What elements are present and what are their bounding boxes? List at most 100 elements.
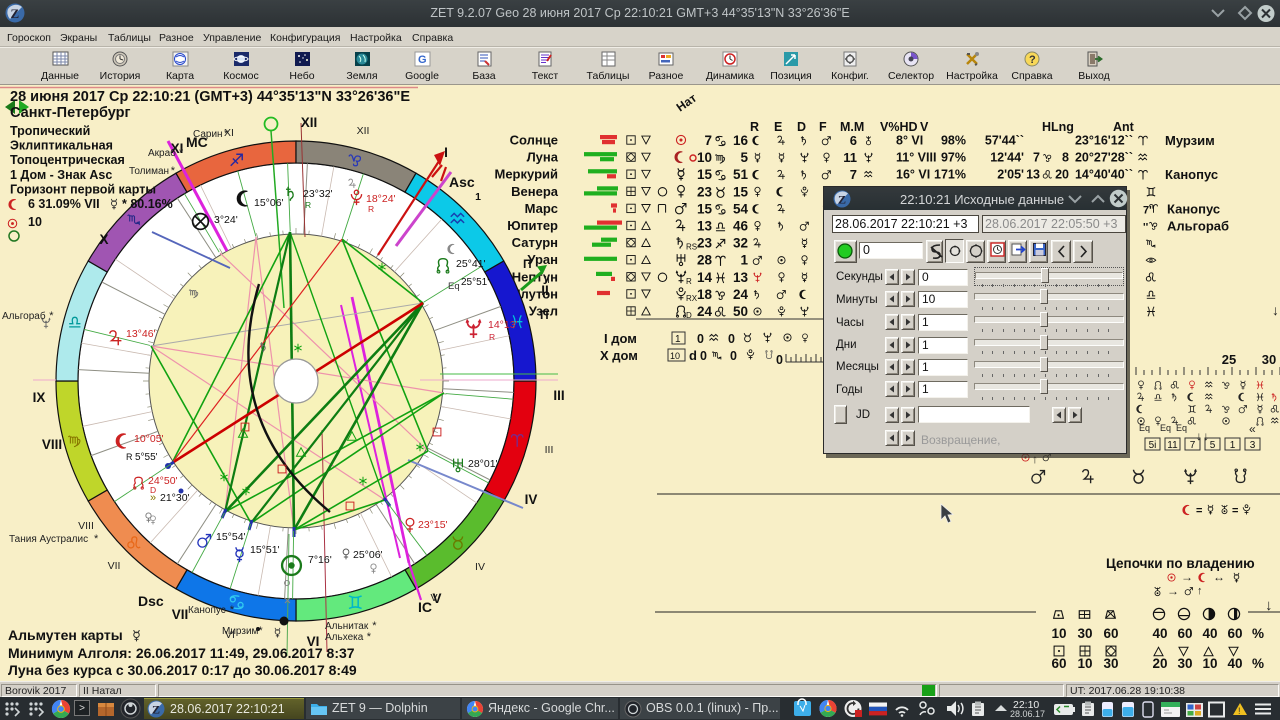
svg-text:E: E bbox=[774, 120, 782, 134]
svg-text:23°16'12``: 23°16'12`` bbox=[1075, 134, 1133, 148]
svg-text:10: 10 bbox=[1202, 656, 1217, 671]
svg-text:R: R bbox=[126, 452, 133, 462]
svg-text:Санкт-Петербург: Санкт-Петербург bbox=[10, 105, 131, 121]
svg-text:→: → bbox=[1167, 584, 1179, 598]
svg-text:11: 11 bbox=[843, 150, 857, 165]
svg-text:RS: RS bbox=[686, 243, 697, 252]
svg-text:30: 30 bbox=[1262, 352, 1276, 367]
svg-text:Eq: Eq bbox=[1139, 423, 1150, 433]
svg-text:25°51': 25°51' bbox=[461, 277, 489, 288]
svg-text:11° VIII: 11° VIII bbox=[896, 151, 936, 165]
svg-text:%: % bbox=[1252, 626, 1264, 641]
svg-text:16: 16 bbox=[733, 133, 749, 148]
svg-text:Минимум Алголя: 26.06.2017 11:: Минимум Алголя: 26.06.2017 11:49, 29.06.… bbox=[8, 645, 355, 661]
svg-text:6: 6 bbox=[850, 133, 857, 148]
svg-text:Asc: Asc bbox=[449, 174, 475, 190]
svg-text:23: 23 bbox=[697, 236, 713, 251]
svg-text:*: * bbox=[171, 165, 176, 177]
svg-text:F: F bbox=[819, 120, 827, 134]
svg-text:15°06': 15°06' bbox=[254, 197, 284, 209]
svg-text:Eq: Eq bbox=[1176, 423, 1187, 433]
svg-text:60: 60 bbox=[1103, 626, 1118, 641]
svg-text:*: * bbox=[258, 625, 263, 637]
svg-text:Z: Z bbox=[152, 703, 160, 717]
svg-text:Канопус: Канопус bbox=[188, 605, 226, 616]
svg-text:↑: ↑ bbox=[1032, 452, 1038, 466]
svg-text:*: * bbox=[372, 620, 377, 632]
svg-text:Альгораб: Альгораб bbox=[2, 310, 46, 322]
svg-text:97%: 97% bbox=[941, 151, 966, 165]
svg-text:Горизонт первой карты: Горизонт первой карты bbox=[10, 182, 156, 196]
svg-text:Альмутен карты: Альмутен карты bbox=[8, 627, 123, 643]
svg-text:28.06.17: 28.06.17 bbox=[1010, 709, 1045, 719]
svg-text:VIII: VIII bbox=[42, 437, 62, 452]
svg-text:П: П bbox=[540, 308, 549, 322]
svg-text:*: * bbox=[230, 604, 235, 616]
svg-text:21°30': 21°30' bbox=[160, 492, 190, 504]
svg-text:1 Дом - Знак Asc: 1 Дом - Знак Asc bbox=[10, 168, 112, 182]
svg-text:* 80.16%: * 80.16% bbox=[122, 197, 173, 211]
svg-text:?: ? bbox=[1029, 54, 1036, 66]
svg-text:II: II bbox=[544, 274, 550, 286]
svg-text:28: 28 bbox=[697, 253, 713, 268]
svg-text:0: 0 bbox=[730, 349, 737, 363]
svg-text:R: R bbox=[750, 120, 759, 134]
svg-text:60: 60 bbox=[1051, 656, 1066, 671]
svg-text:IX: IX bbox=[33, 390, 46, 405]
svg-text:23: 23 bbox=[697, 184, 713, 199]
svg-text:11: 11 bbox=[1167, 440, 1178, 451]
svg-text:18: 18 bbox=[697, 287, 713, 302]
svg-text:=: = bbox=[1232, 505, 1238, 517]
svg-text:I: I bbox=[444, 145, 448, 160]
svg-text:Тания Аустралис: Тания Аустралис bbox=[9, 534, 88, 545]
svg-text:VII: VII bbox=[108, 560, 121, 572]
svg-text:Тропический: Тропический bbox=[10, 124, 90, 138]
svg-text:Венера: Венера bbox=[511, 184, 559, 199]
svg-text:↓: ↓ bbox=[1203, 429, 1209, 443]
svg-text:IV: IV bbox=[475, 561, 485, 573]
svg-text:1: 1 bbox=[675, 334, 681, 345]
svg-text:10: 10 bbox=[28, 215, 42, 229]
svg-text:8° VI: 8° VI bbox=[896, 134, 923, 148]
svg-text:1: 1 bbox=[475, 191, 481, 203]
svg-text:8: 8 bbox=[1062, 151, 1069, 165]
svg-text:D: D bbox=[797, 120, 806, 134]
svg-text:*: * bbox=[179, 147, 184, 159]
svg-text:13: 13 bbox=[1026, 168, 1040, 182]
svg-text:III: III bbox=[553, 388, 564, 403]
svg-text:Альхека: Альхека bbox=[325, 632, 364, 643]
svg-text:10: 10 bbox=[1051, 626, 1066, 641]
svg-text:M.M: M.M bbox=[840, 120, 864, 134]
svg-text:15°51': 15°51' bbox=[250, 544, 280, 556]
svg-text:40: 40 bbox=[1202, 626, 1217, 641]
svg-text:14°13': 14°13' bbox=[488, 319, 518, 331]
svg-text:7: 7 bbox=[850, 167, 857, 182]
svg-text:7: 7 bbox=[1190, 440, 1196, 451]
svg-text:↔: ↔ bbox=[1213, 570, 1225, 584]
svg-text:Эклиптикальная: Эклиптикальная bbox=[10, 139, 113, 153]
svg-text:13: 13 bbox=[733, 270, 749, 285]
svg-text:Топоцентрическая: Топоцентрическая bbox=[10, 153, 125, 167]
svg-text:15°54': 15°54' bbox=[216, 531, 246, 543]
svg-text:Канопус: Канопус bbox=[1165, 167, 1218, 182]
svg-text:G: G bbox=[418, 54, 427, 66]
svg-text:25°06': 25°06' bbox=[353, 549, 383, 561]
svg-text:7: 7 bbox=[1033, 151, 1040, 165]
svg-text:16° VI: 16° VI bbox=[896, 168, 930, 182]
svg-text:X: X bbox=[99, 232, 108, 247]
svg-text:0: 0 bbox=[728, 332, 735, 346]
svg-text:Dsc: Dsc bbox=[138, 593, 164, 609]
svg-text:*: * bbox=[49, 310, 54, 322]
svg-text:Альнитак: Альнитак bbox=[325, 621, 369, 632]
svg-text:I дом: I дом bbox=[604, 331, 637, 346]
svg-text:↓: ↓ bbox=[1196, 429, 1202, 443]
svg-text:50: 50 bbox=[733, 304, 748, 319]
svg-text:13°46': 13°46' bbox=[126, 328, 156, 340]
svg-text:R: R bbox=[686, 277, 692, 286]
svg-text:14: 14 bbox=[697, 270, 713, 285]
svg-text:3: 3 bbox=[1250, 440, 1256, 451]
svg-text:40: 40 bbox=[1227, 656, 1242, 671]
svg-text:Марс: Марс bbox=[525, 201, 558, 216]
svg-text:30: 30 bbox=[1103, 656, 1118, 671]
svg-text:'': '' bbox=[1143, 222, 1149, 234]
